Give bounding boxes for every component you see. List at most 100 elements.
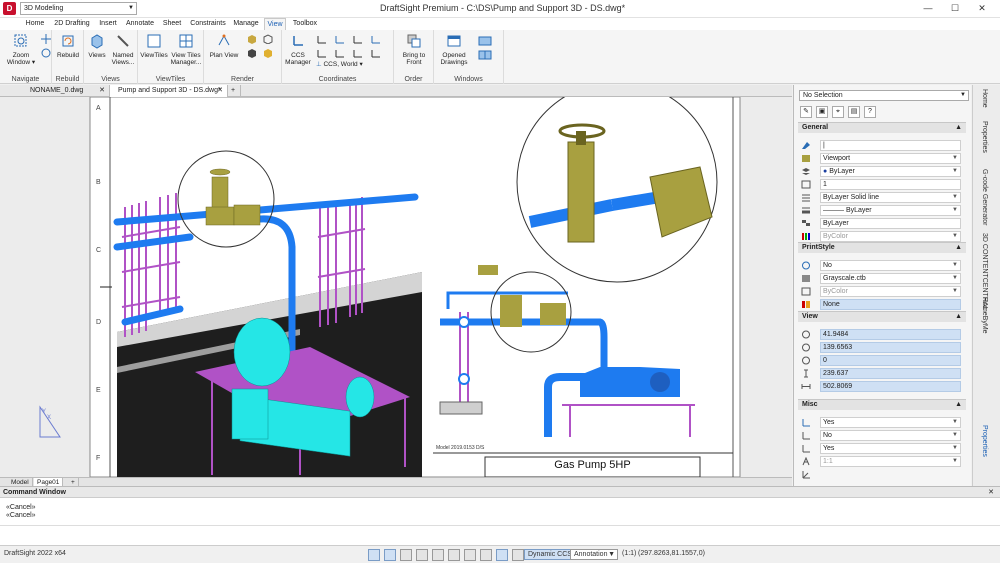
- rebuild-button[interactable]: Rebuild: [54, 33, 82, 59]
- prop-value[interactable]: 502.8069: [820, 381, 961, 392]
- section-view[interactable]: View ▲: [798, 311, 966, 322]
- pan-icon[interactable]: [40, 34, 52, 44]
- select-filter-icon[interactable]: ▤: [848, 106, 860, 118]
- prop-value[interactable]: 41.9484: [820, 329, 961, 340]
- tab-manage[interactable]: Manage: [232, 18, 260, 30]
- prop-value[interactable]: ByLayer Solid line ▼: [820, 192, 961, 203]
- command-input[interactable]: [0, 525, 1000, 546]
- prop-value[interactable]: ByLayer: [820, 218, 961, 229]
- prop-value[interactable]: |: [820, 140, 961, 151]
- prop-value[interactable]: Yes ▼: [820, 417, 961, 428]
- prop-height[interactable]: 239.637: [798, 367, 966, 379]
- doc-tab-pump[interactable]: Pump and Support 3D - DS.dwg* ✕: [110, 85, 228, 97]
- prop-value[interactable]: No ▼: [820, 430, 961, 441]
- prop-value[interactable]: Grayscale.ctb ▼: [820, 273, 961, 284]
- bring-to-front-button[interactable]: Bring to Front: [396, 33, 432, 66]
- esnap-toggle-icon[interactable]: [448, 549, 460, 561]
- model-paper-toggle-icon[interactable]: [496, 549, 508, 561]
- prop-color[interactable]: |: [798, 139, 966, 151]
- prop-type[interactable]: Viewport ▼: [798, 152, 966, 164]
- side-tab-home[interactable]: Home: [981, 89, 988, 108]
- prop-ccs-per-viewport[interactable]: Yes ▼: [798, 442, 966, 454]
- prop-center-x[interactable]: 41.9484: [798, 328, 966, 340]
- ccs-manager-button[interactable]: CCS Manager: [284, 33, 312, 66]
- side-tab-gcode-generator[interactable]: G-code Generator: [981, 169, 988, 225]
- render-wire-icon[interactable]: [262, 34, 274, 44]
- prop-line-weight[interactable]: ——— ByLayer ▼: [798, 204, 966, 216]
- dynamic-ccs-button[interactable]: Dynamic CCS: [524, 549, 576, 560]
- prop-visual-style[interactable]: [798, 468, 966, 480]
- ccs-previous-icon[interactable]: [370, 48, 382, 58]
- section-printstyle[interactable]: PrintStyle ▲: [798, 242, 966, 253]
- close-icon[interactable]: ✕: [969, 2, 995, 15]
- orbit-icon[interactable]: [40, 48, 52, 58]
- close-icon[interactable]: ✕: [217, 85, 223, 97]
- etrack-toggle-icon[interactable]: [464, 549, 476, 561]
- prop-value[interactable]: 139.6563: [820, 342, 961, 353]
- select-entities-icon[interactable]: ▣: [816, 106, 828, 118]
- side-tab-properties[interactable]: Properties: [981, 121, 988, 153]
- tile-vertical-icon[interactable]: [478, 50, 492, 60]
- prop-width[interactable]: 502.8069: [798, 380, 966, 392]
- prop-ccs-on[interactable]: Yes ▼: [798, 416, 966, 428]
- viewtiles-manager-button[interactable]: View Tiles Manager...: [170, 33, 202, 66]
- doc-tab-noname[interactable]: NONAME_0.dwg ✕: [0, 85, 110, 97]
- opened-drawings-button[interactable]: Opened Drawings: [436, 33, 472, 66]
- prop-layer[interactable]: ● ByLayer ▼: [798, 165, 966, 177]
- prop-value[interactable]: ByColor ▼: [820, 231, 961, 242]
- app-logo-icon[interactable]: D: [3, 2, 16, 15]
- tab-sheet[interactable]: Sheet: [160, 18, 184, 30]
- prop-print-color[interactable]: ByColor ▼: [798, 230, 966, 242]
- workspace-select[interactable]: 3D Modeling ▼: [20, 2, 137, 15]
- section-general[interactable]: General ▲: [798, 122, 966, 133]
- views-button[interactable]: Views: [86, 33, 108, 59]
- snap-toggle-icon[interactable]: [368, 549, 380, 561]
- ccs-x-icon[interactable]: [334, 34, 346, 44]
- plan-view-button[interactable]: Plan View: [206, 33, 242, 59]
- zoom-window-button[interactable]: Zoom Window ▾: [2, 33, 40, 66]
- named-views-button[interactable]: Named Views...: [110, 33, 136, 66]
- polar-toggle-icon[interactable]: [432, 549, 444, 561]
- prop-value[interactable]: Viewport ▼: [820, 153, 961, 164]
- prop-printstyle[interactable]: ByColor ▼: [798, 285, 966, 297]
- viewtiles-button[interactable]: ViewTiles: [140, 33, 168, 59]
- lineweight-toggle-icon[interactable]: [480, 549, 492, 561]
- drawing-area[interactable]: [0, 97, 792, 477]
- tab-insert[interactable]: Insert: [96, 18, 120, 30]
- maximize-icon[interactable]: ☐: [942, 2, 968, 15]
- toggle-pickadd-icon[interactable]: ✎: [800, 106, 812, 118]
- quick-input-toggle-icon[interactable]: [512, 549, 524, 561]
- render-cube-icon[interactable]: [262, 48, 274, 58]
- help-icon[interactable]: ?: [864, 106, 876, 118]
- prop-value[interactable]: 1: [820, 179, 961, 190]
- section-misc[interactable]: Misc ▲: [798, 399, 966, 410]
- prop-center-y[interactable]: 139.6563: [798, 341, 966, 353]
- render-hidden-icon[interactable]: [246, 48, 258, 58]
- render-shade-icon[interactable]: [246, 34, 258, 44]
- prop-value[interactable]: 1:1 ▼: [820, 456, 961, 467]
- tile-horizontal-icon[interactable]: [478, 36, 492, 46]
- tab-home[interactable]: Home: [22, 18, 48, 30]
- annotation-select[interactable]: Annotation ▼: [570, 549, 618, 560]
- ccs-face-icon[interactable]: [352, 48, 364, 58]
- prop-line-style[interactable]: ByLayer Solid line ▼: [798, 191, 966, 203]
- prop-transparency[interactable]: ByLayer: [798, 217, 966, 229]
- prop-value[interactable]: ByColor ▼: [820, 286, 961, 297]
- side-tab-properties-active[interactable]: Properties: [981, 425, 988, 457]
- ccs-y-icon[interactable]: [352, 34, 364, 44]
- prop-value[interactable]: Yes ▼: [820, 443, 961, 454]
- prop-ccs-origin[interactable]: No ▼: [798, 429, 966, 441]
- prop-center-z[interactable]: 0: [798, 354, 966, 366]
- tab-2d-drafting[interactable]: 2D Drafting: [52, 18, 92, 30]
- side-tab-homebyme[interactable]: HomeByMe: [981, 297, 988, 334]
- ccs-world-select[interactable]: ⊥ CCS, World ▾: [316, 61, 390, 70]
- tab-constraints[interactable]: Constraints: [188, 18, 228, 30]
- prop-value[interactable]: ● ByLayer ▼: [820, 166, 961, 177]
- new-tab-plus-icon[interactable]: +: [229, 85, 241, 97]
- prop-printstyle-attached[interactable]: None: [798, 298, 966, 310]
- prop-display-printstyle[interactable]: No ▼: [798, 259, 966, 271]
- close-icon[interactable]: ✕: [99, 85, 105, 97]
- prop-value[interactable]: ——— ByLayer ▼: [820, 205, 961, 216]
- selection-select[interactable]: No Selection ▼: [799, 90, 969, 101]
- grid-toggle-icon[interactable]: [400, 549, 412, 561]
